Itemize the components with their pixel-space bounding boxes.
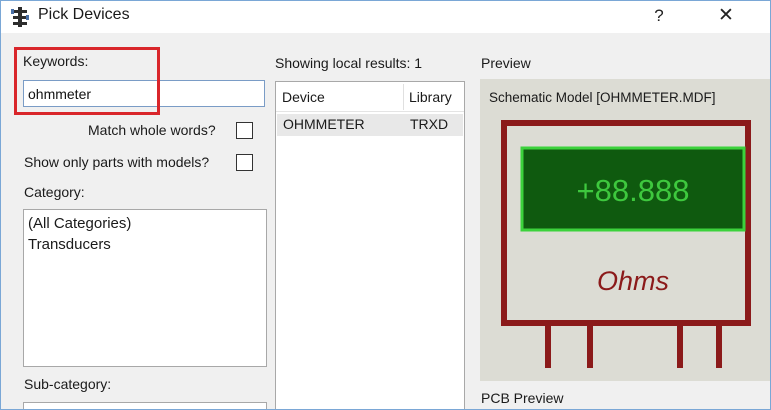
preview-label: Preview bbox=[481, 55, 531, 71]
library-cell: TRXD bbox=[410, 116, 449, 132]
match-whole-words-label: Match whole words? bbox=[88, 122, 216, 138]
column-header-library[interactable]: Library bbox=[409, 89, 452, 105]
pcb-preview-label: PCB Preview bbox=[481, 390, 564, 406]
pick-devices-dialog: Pick Devices ? ✕ Keywords: Match whole w… bbox=[0, 0, 771, 410]
category-list[interactable]: (All Categories) Transducers bbox=[23, 209, 267, 367]
title-bar: Pick Devices ? ✕ bbox=[1, 1, 770, 33]
category-item[interactable]: Transducers bbox=[28, 234, 262, 255]
column-separator[interactable] bbox=[403, 84, 404, 110]
ohmmeter-symbol: +88.888 Ohms bbox=[501, 120, 751, 368]
meter-pin bbox=[677, 323, 683, 368]
meter-unit-text: Ohms bbox=[597, 266, 669, 296]
subcategory-label: Sub-category: bbox=[24, 376, 112, 392]
results-count: Showing local results: 1 bbox=[275, 55, 423, 71]
subcategory-list[interactable] bbox=[23, 402, 267, 409]
meter-pin bbox=[587, 323, 593, 368]
keywords-input[interactable] bbox=[23, 80, 265, 107]
show-only-models-label: Show only parts with models? bbox=[24, 154, 210, 170]
show-only-models-checkbox[interactable] bbox=[236, 154, 253, 171]
help-button[interactable]: ? bbox=[644, 3, 674, 29]
meter-pin bbox=[716, 323, 722, 368]
results-header: Device Library bbox=[276, 82, 464, 112]
pick-devices-icon bbox=[11, 7, 29, 27]
meter-pin bbox=[545, 323, 551, 368]
window-title: Pick Devices bbox=[38, 6, 130, 23]
column-header-device[interactable]: Device bbox=[282, 89, 325, 105]
meter-display-value: +88.888 bbox=[577, 173, 690, 208]
device-cell: OHMMETER bbox=[283, 116, 365, 132]
table-row[interactable]: OHMMETER TRXD bbox=[277, 114, 463, 136]
results-list[interactable]: Device Library OHMMETER TRXD bbox=[275, 81, 465, 409]
category-item[interactable]: (All Categories) bbox=[28, 213, 262, 234]
match-whole-words-checkbox[interactable] bbox=[236, 122, 253, 139]
keywords-label: Keywords: bbox=[23, 53, 89, 69]
close-button[interactable]: ✕ bbox=[709, 3, 743, 29]
category-label: Category: bbox=[24, 184, 85, 200]
